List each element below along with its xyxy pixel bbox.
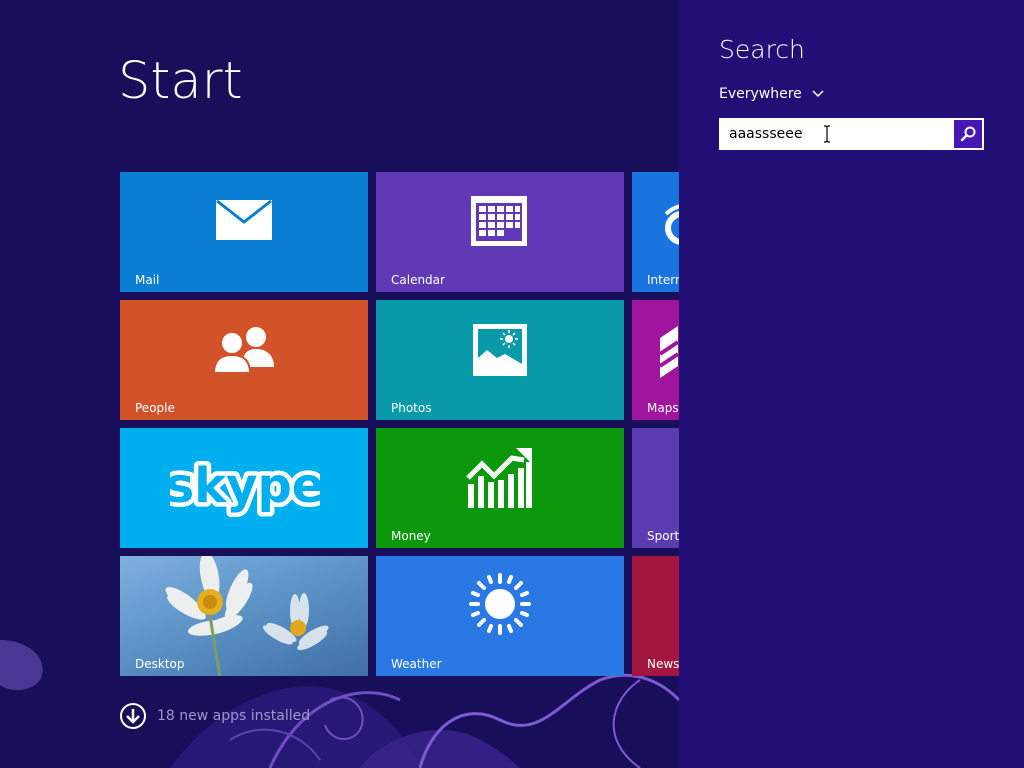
- search-button[interactable]: [954, 120, 982, 148]
- search-title: Search: [719, 35, 805, 64]
- sun-icon: [469, 573, 531, 635]
- tile-sports[interactable]: Sports: [632, 428, 679, 548]
- search-scope-dropdown[interactable]: Everywhere: [719, 86, 824, 102]
- tile-internet-explorer[interactable]: Intern: [632, 172, 679, 292]
- tile-desktop[interactable]: Desktop: [120, 556, 368, 676]
- chevron-down-icon: [812, 90, 824, 98]
- tile-calendar[interactable]: Calendar: [376, 172, 624, 292]
- tile-label: Desktop: [135, 657, 185, 671]
- search-input[interactable]: [720, 119, 953, 149]
- tile-label: Sports: [647, 529, 679, 543]
- start-screen: Start Mail Calendar Intern People Photos…: [0, 0, 679, 768]
- maps-icon: [660, 326, 679, 378]
- tile-people[interactable]: People: [120, 300, 368, 420]
- tile-money[interactable]: Money: [376, 428, 624, 548]
- calendar-icon: [471, 196, 527, 246]
- search-scope-label: Everywhere: [719, 86, 802, 102]
- new-apps-text: 18 new apps installed: [157, 708, 311, 724]
- tile-skype[interactable]: skype skype: [120, 428, 368, 548]
- search-charm-panel: Search Everywhere: [679, 0, 1024, 768]
- people-icon: [212, 327, 274, 374]
- skype-logo: skype skype: [170, 454, 320, 519]
- internet-explorer-icon: [664, 204, 679, 245]
- text-cursor-icon: [824, 125, 830, 143]
- mail-icon: [216, 200, 272, 240]
- tile-label: Intern: [647, 273, 679, 287]
- tile-label: News: [647, 657, 679, 671]
- tile-label: Photos: [391, 401, 432, 415]
- money-chart-icon: [466, 448, 532, 508]
- start-title: Start: [118, 52, 243, 111]
- download-arrow-icon: [120, 703, 146, 729]
- tile-label: Calendar: [391, 273, 445, 287]
- svg-text:skype: skype: [170, 458, 320, 514]
- tile-label: People: [135, 401, 175, 415]
- tile-photos[interactable]: Photos: [376, 300, 624, 420]
- tile-maps[interactable]: Maps: [632, 300, 679, 420]
- tile-mail[interactable]: Mail: [120, 172, 368, 292]
- tile-weather[interactable]: Weather: [376, 556, 624, 676]
- tile-label: Weather: [391, 657, 442, 671]
- tile-news[interactable]: News: [632, 556, 679, 676]
- photos-icon: [473, 324, 527, 376]
- search-icon: [960, 126, 976, 142]
- new-apps-notice[interactable]: 18 new apps installed: [120, 701, 310, 731]
- search-box: [719, 118, 984, 150]
- tile-label: Money: [391, 529, 431, 543]
- tile-label: Maps: [647, 401, 679, 415]
- tile-label: Mail: [135, 273, 160, 287]
